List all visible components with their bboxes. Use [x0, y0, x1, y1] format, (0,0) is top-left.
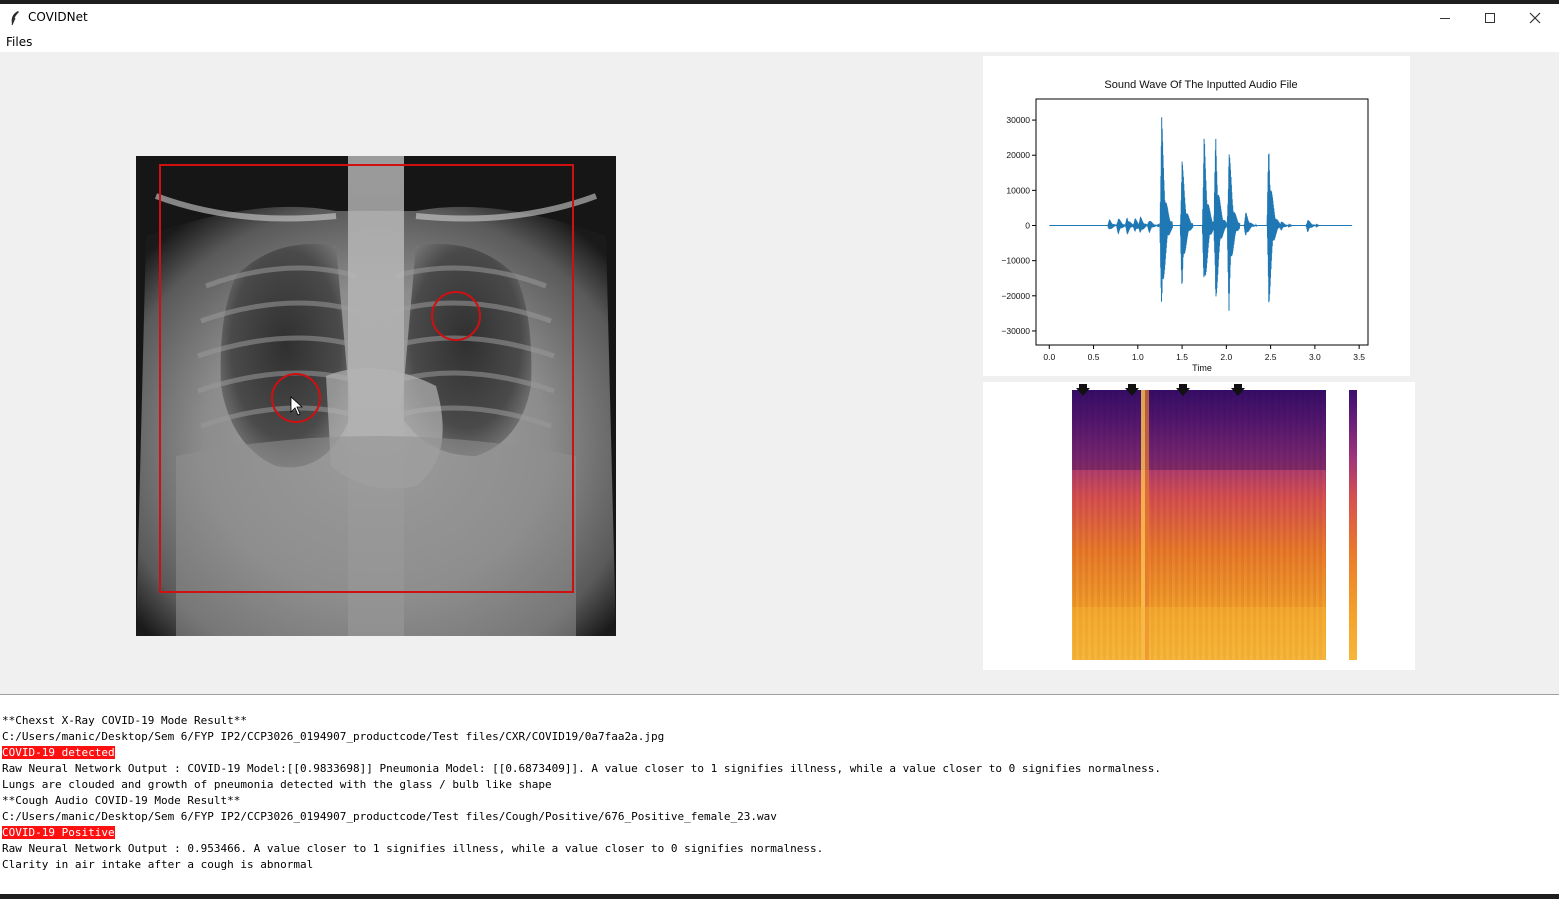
console-line-text: **Cough Audio COVID-19 Mode Result** — [2, 794, 241, 807]
status-text: COVID-19 Positive — [2, 826, 115, 839]
title-bar[interactable]: COVIDNet — [0, 4, 1559, 32]
console-line: **Chexst X-Ray COVID-19 Mode Result** — [2, 713, 1161, 729]
sound-wave-plot: Sound Wave Of The Inputted Audio File 0.… — [1001, 79, 1369, 373]
y-tick-label: −20000 — [1001, 291, 1030, 301]
feather-icon — [11, 11, 19, 26]
console-line: Raw Neural Network Output : COVID-19 Mod… — [2, 761, 1161, 777]
console-line-text: **Chexst X-Ray COVID-19 Mode Result** — [2, 714, 248, 727]
result-console[interactable]: **Chexst X-Ray COVID-19 Mode Result** C:/… — [0, 694, 1559, 894]
menu-bar: Files — [0, 32, 1559, 52]
spectrogram-panel — [983, 382, 1415, 670]
chest-xray-image — [136, 156, 616, 636]
x-tick-label: 0.0 — [1043, 352, 1055, 362]
console-line-text: Clarity in air intake after a cough is a… — [2, 858, 314, 871]
console-line-text: Raw Neural Network Output : COVID-19 Mod… — [2, 762, 1161, 775]
sound-wave-chart: Sound Wave Of The Inputted Audio File 0.… — [983, 56, 1410, 376]
app-window: COVIDNet Files Sound Wave Of The Inputte… — [0, 4, 1559, 894]
colorbar — [1349, 390, 1357, 660]
close-button[interactable] — [1512, 4, 1558, 32]
x-tick-label: 1.5 — [1176, 352, 1188, 362]
x-tick-label: 2.0 — [1220, 352, 1232, 362]
xray-graphic — [136, 156, 616, 636]
y-tick-label: −30000 — [1001, 326, 1030, 336]
console-line-text: Raw Neural Network Output : 0.953466. A … — [2, 842, 824, 855]
x-tick-label: 3.0 — [1309, 352, 1321, 362]
console-line-text: C:/Users/manic/Desktop/Sem 6/FYP IP2/CCP… — [2, 730, 665, 743]
x-tick-label: 1.0 — [1132, 352, 1144, 362]
console-line: C:/Users/manic/Desktop/Sem 6/FYP IP2/CCP… — [2, 809, 1161, 825]
console-line: Lungs are clouded and growth of pneumoni… — [2, 777, 1161, 793]
console-line: Clarity in air intake after a cough is a… — [2, 857, 1161, 873]
status-text: COVID-19 detected — [2, 746, 115, 759]
y-tick-label: 30000 — [1006, 115, 1030, 125]
minimize-icon — [1440, 18, 1450, 19]
y-tick-label: 0 — [1025, 221, 1030, 231]
spectrogram-plot — [1072, 384, 1357, 660]
console-line: C:/Users/manic/Desktop/Sem 6/FYP IP2/CCP… — [2, 729, 1161, 745]
window-title: COVIDNet — [28, 10, 88, 24]
plot-area — [1035, 98, 1369, 346]
y-tick-label: −10000 — [1001, 256, 1030, 266]
maximize-button[interactable] — [1467, 4, 1513, 32]
x-tick-label: 2.5 — [1265, 352, 1277, 362]
x-tick-label: 0.5 — [1088, 352, 1100, 362]
x-axis-label: Time — [1192, 363, 1212, 373]
close-icon — [1529, 12, 1541, 24]
console-line: **Cough Audio COVID-19 Mode Result** — [2, 793, 1161, 809]
console-line-text: C:/Users/manic/Desktop/Sem 6/FYP IP2/CCP… — [2, 810, 777, 823]
chart-title: Sound Wave Of The Inputted Audio File — [1104, 79, 1297, 91]
console-line: Raw Neural Network Output : 0.953466. A … — [2, 841, 1161, 857]
menu-files[interactable]: Files — [6, 35, 32, 49]
maximize-icon — [1485, 13, 1495, 23]
minimize-button[interactable] — [1422, 4, 1468, 32]
status-highlight-line: COVID-19 detected — [2, 745, 1161, 761]
y-tick-label: 20000 — [1006, 150, 1030, 160]
x-tick-label: 3.5 — [1353, 352, 1365, 362]
y-tick-label: 10000 — [1006, 185, 1030, 195]
console-line-text: Lungs are clouded and growth of pneumoni… — [2, 778, 552, 791]
console-text: **Chexst X-Ray COVID-19 Mode Result** C:/… — [2, 713, 1161, 873]
status-highlight-line: COVID-19 Positive — [2, 825, 1161, 841]
